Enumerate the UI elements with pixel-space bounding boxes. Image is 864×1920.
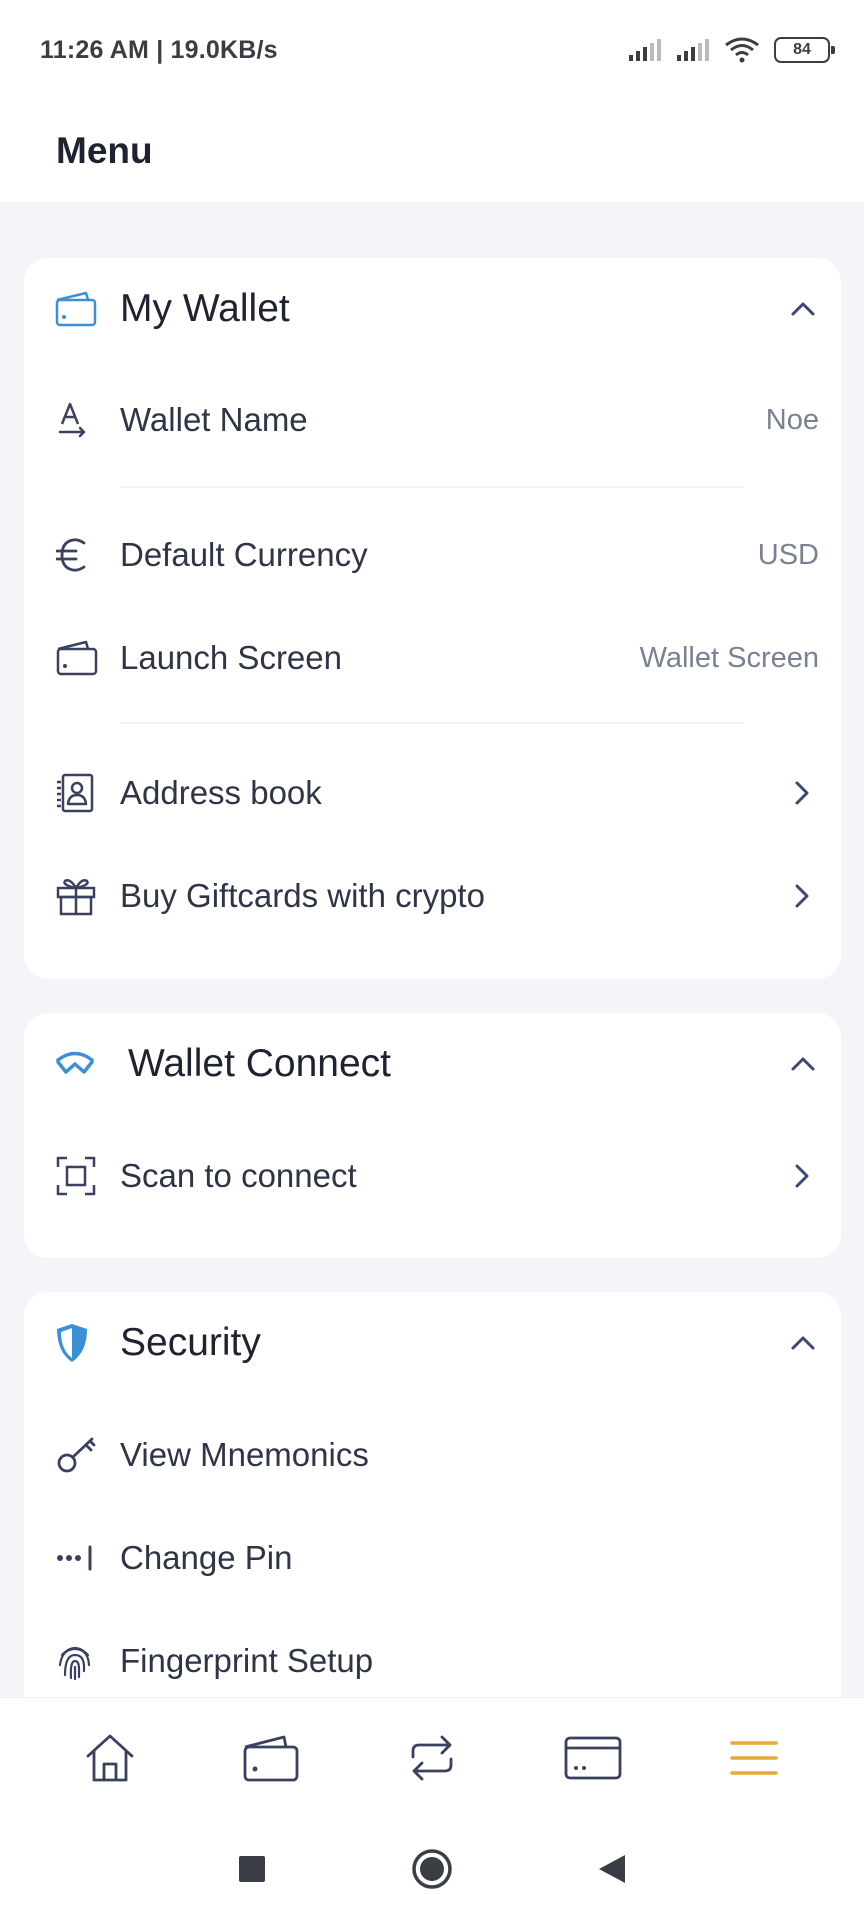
nav-menu[interactable] (699, 1708, 809, 1808)
circle-icon (412, 1848, 452, 1889)
row-value: Wallet Screen (639, 641, 819, 674)
walletconnect-icon (56, 1051, 94, 1074)
status-bar: 11:26 AM | 19.0KB/s 84 (0, 0, 864, 100)
wallet-icon (55, 291, 97, 327)
nav-home[interactable] (55, 1708, 165, 1808)
scan-to-connect-row[interactable]: Scan to connect (24, 1141, 841, 1211)
nav-card[interactable] (538, 1708, 648, 1808)
divider (120, 486, 744, 488)
wallet-icon (243, 1735, 299, 1781)
my-wallet-header[interactable]: My Wallet (24, 274, 841, 344)
text-a-icon (58, 402, 86, 438)
row-value: USD (757, 538, 819, 571)
view-mnemonics-row[interactable]: View Mnemonics (24, 1420, 841, 1490)
nav-swap[interactable] (377, 1708, 487, 1808)
card-icon (564, 1736, 622, 1779)
square-icon (239, 1855, 265, 1882)
bottom-nav (0, 1697, 864, 1817)
key-icon (57, 1437, 96, 1473)
wallet-connect-title: Wallet Connect (128, 1042, 392, 1085)
chevron-right-icon (795, 1164, 809, 1188)
recents-button[interactable] (222, 1839, 282, 1899)
row-label: View Mnemonics (120, 1436, 369, 1473)
system-nav (0, 1817, 864, 1920)
chevron-up-icon[interactable] (789, 1055, 817, 1073)
fingerprint-setup-row[interactable]: Fingerprint Setup (24, 1626, 841, 1696)
security-card: Security View Mnemonics Change Pin Finge… (24, 1292, 841, 1712)
security-title: Security (120, 1321, 261, 1364)
chevron-up-icon[interactable] (789, 1334, 817, 1352)
my-wallet-title: My Wallet (120, 287, 290, 330)
address-book-row[interactable]: Address book (24, 758, 841, 828)
divider (120, 722, 744, 724)
swap-icon (411, 1735, 453, 1780)
signal-icon-2 (677, 39, 709, 61)
row-label: Address book (120, 774, 322, 811)
home-icon (86, 1734, 134, 1781)
app-header: Menu (0, 100, 864, 202)
row-value: Noe (765, 403, 819, 436)
chevron-right-icon (795, 884, 809, 908)
back-button[interactable] (582, 1839, 642, 1899)
pin-dots-icon (57, 1545, 92, 1571)
row-label: Change Pin (120, 1539, 293, 1576)
euro-icon (56, 538, 86, 572)
default-currency-row[interactable]: Default Currency USD (24, 520, 841, 590)
row-label: Launch Screen (120, 639, 342, 676)
scan-icon (56, 1156, 96, 1196)
nav-wallet[interactable] (216, 1708, 326, 1808)
buy-giftcards-row[interactable]: Buy Giftcards with crypto (24, 861, 841, 931)
address-book-icon (57, 773, 94, 813)
gift-icon (56, 879, 96, 916)
wifi-icon (725, 37, 759, 63)
row-label: Buy Giftcards with crypto (120, 877, 485, 914)
battery-level: 84 (793, 41, 811, 58)
launch-screen-row[interactable]: Launch Screen Wallet Screen (24, 623, 841, 693)
row-label: Wallet Name (120, 401, 308, 438)
battery-icon: 84 (774, 37, 835, 63)
shield-icon (57, 1324, 87, 1362)
status-icons: 84 (628, 36, 835, 64)
wallet-name-row[interactable]: Wallet Name Noe (24, 385, 841, 455)
security-header[interactable]: Security (24, 1308, 841, 1378)
wallet-connect-header[interactable]: Wallet Connect (24, 1029, 841, 1099)
page-title: Menu (56, 130, 153, 171)
back-triangle-icon (599, 1854, 625, 1883)
wallet-icon (56, 640, 98, 676)
fingerprint-icon (58, 1646, 91, 1681)
status-time: 11:26 AM | 19.0KB/s (40, 35, 278, 64)
change-pin-row[interactable]: Change Pin (24, 1523, 841, 1593)
home-button[interactable] (402, 1839, 462, 1899)
my-wallet-card: My Wallet Wallet Name Noe Default Curren… (24, 258, 841, 979)
chevron-up-icon[interactable] (789, 300, 817, 318)
menu-icon (729, 1740, 778, 1775)
row-label: Scan to connect (120, 1157, 357, 1194)
chevron-right-icon (795, 781, 809, 805)
wallet-connect-card: Wallet Connect Scan to connect (24, 1013, 841, 1258)
row-label: Fingerprint Setup (120, 1642, 374, 1679)
row-label: Default Currency (120, 536, 368, 573)
signal-icon (629, 39, 661, 61)
